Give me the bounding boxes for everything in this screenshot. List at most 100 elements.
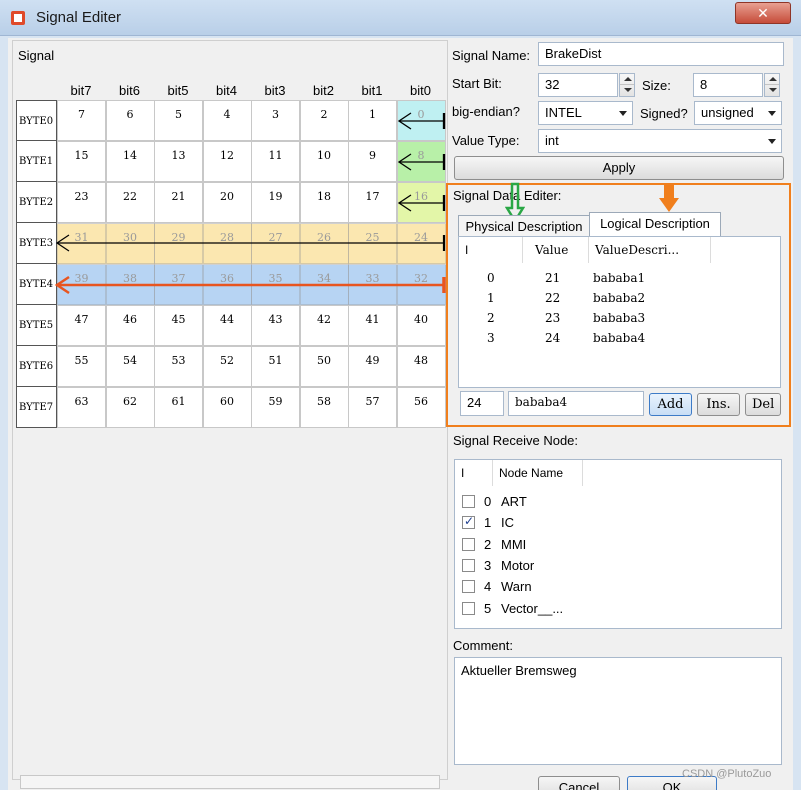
node-checkbox[interactable] (462, 558, 475, 572)
delete-button[interactable]: Del (745, 393, 781, 416)
column-header-value[interactable]: Value (523, 237, 589, 263)
bit-cell[interactable]: 24 (396, 223, 446, 264)
bit-cell[interactable]: 7 (57, 100, 106, 141)
bit-cell[interactable]: 49 (348, 346, 397, 387)
node-checkbox[interactable] (462, 537, 475, 551)
bit-cell[interactable]: 42 (299, 305, 349, 346)
bit-cell[interactable]: 8 (396, 141, 446, 182)
bit-cell[interactable]: 23 (57, 182, 106, 223)
bit-cell[interactable]: 13 (154, 141, 203, 182)
bit-cell[interactable]: 44 (202, 305, 252, 346)
value-input[interactable]: 24 (460, 391, 504, 416)
node-checkbox[interactable] (462, 601, 475, 615)
bit-cell[interactable]: 36 (202, 264, 252, 305)
bit-cell[interactable]: 15 (57, 141, 106, 182)
bit-cell[interactable]: 17 (348, 182, 397, 223)
node-checkbox[interactable] (462, 495, 475, 508)
bit-cell[interactable]: 37 (154, 264, 203, 305)
tab-physical-description[interactable]: Physical Description (458, 215, 590, 238)
list-item[interactable]: 0 ART (455, 494, 755, 512)
bit-cell[interactable]: 33 (348, 264, 397, 305)
bit-cell[interactable]: 22 (105, 182, 155, 223)
list-item[interactable]: 3 Motor (455, 558, 755, 576)
start-bit-input[interactable]: 32 (538, 73, 618, 97)
column-header-i[interactable]: I (455, 460, 493, 486)
bit-cell[interactable]: 50 (299, 346, 349, 387)
bit-cell[interactable]: 2 (299, 100, 349, 141)
apply-button[interactable]: Apply (454, 156, 784, 180)
comment-textarea[interactable]: Aktueller Bremsweg (454, 657, 782, 765)
bit-cell[interactable]: 52 (202, 346, 252, 387)
bit-cell[interactable]: 38 (105, 264, 155, 305)
bit-cell[interactable]: 26 (299, 223, 349, 264)
bit-cell[interactable]: 27 (251, 223, 300, 264)
bit-cell[interactable]: 19 (251, 182, 300, 223)
bit-cell[interactable]: 10 (299, 141, 349, 182)
bit-cell[interactable]: 5 (154, 100, 203, 141)
value-type-select[interactable]: int (538, 129, 782, 153)
add-button[interactable]: Add (649, 393, 692, 416)
size-input[interactable]: 8 (693, 73, 763, 97)
start-bit-spinner[interactable] (619, 73, 635, 97)
insert-button[interactable]: Ins. (697, 393, 740, 416)
bit-cell[interactable]: 12 (202, 141, 252, 182)
bit-cell[interactable]: 25 (348, 223, 397, 264)
size-spinner[interactable] (764, 73, 780, 97)
node-checkbox[interactable] (462, 580, 475, 594)
list-item[interactable]: 2 MMI (455, 537, 755, 555)
bit-cell[interactable]: 48 (396, 346, 446, 387)
bit-cell[interactable]: 59 (251, 387, 300, 428)
bit-cell[interactable]: 4 (202, 100, 252, 141)
bit-cell[interactable]: 55 (57, 346, 106, 387)
description-input[interactable]: bababa4 (508, 391, 644, 416)
bit-cell[interactable]: 45 (154, 305, 203, 346)
list-item[interactable]: 4 Warn (455, 579, 755, 597)
bit-cell[interactable]: 51 (251, 346, 300, 387)
bit-cell[interactable]: 0 (396, 100, 446, 141)
bit-cell[interactable]: 62 (105, 387, 155, 428)
bit-cell[interactable]: 28 (202, 223, 252, 264)
bit-cell[interactable]: 60 (202, 387, 252, 428)
column-header-node-name[interactable]: Node Name (493, 460, 583, 486)
bit-cell[interactable]: 14 (105, 141, 155, 182)
bit-cell[interactable]: 34 (299, 264, 349, 305)
bit-cell[interactable]: 46 (105, 305, 155, 346)
list-item[interactable]: 5 Vector__... (455, 601, 755, 619)
column-header-i[interactable]: I (459, 237, 523, 263)
bit-cell[interactable]: 31 (57, 223, 106, 264)
bit-cell[interactable]: 43 (251, 305, 300, 346)
bit-cell[interactable]: 11 (251, 141, 300, 182)
bit-cell[interactable]: 30 (105, 223, 155, 264)
bit-cell[interactable]: 56 (396, 387, 446, 428)
bit-cell[interactable]: 63 (57, 387, 106, 428)
signed-select[interactable]: unsigned (694, 101, 782, 125)
bit-cell[interactable]: 9 (348, 141, 397, 182)
endian-select[interactable]: INTEL (538, 101, 633, 125)
horizontal-scrollbar[interactable] (20, 775, 440, 789)
list-item[interactable]: 1 IC (455, 514, 755, 533)
bit-cell[interactable]: 3 (251, 100, 300, 141)
close-button[interactable]: ✕ (735, 2, 791, 24)
bit-cell[interactable]: 53 (154, 346, 203, 387)
bit-cell[interactable]: 41 (348, 305, 397, 346)
bit-cell[interactable]: 39 (57, 264, 106, 305)
bit-cell[interactable]: 18 (299, 182, 349, 223)
bit-cell[interactable]: 6 (105, 100, 155, 141)
signal-name-input[interactable]: BrakeDist (538, 42, 784, 66)
cancel-button[interactable]: Cancel (538, 776, 620, 790)
column-header-value-description[interactable]: ValueDescri... (589, 237, 711, 263)
bit-cell[interactable]: 1 (348, 100, 397, 141)
bit-cell[interactable]: 29 (154, 223, 203, 264)
bit-cell[interactable]: 54 (105, 346, 155, 387)
bit-cell[interactable]: 58 (299, 387, 349, 428)
bit-cell[interactable]: 16 (396, 182, 446, 223)
bit-cell[interactable]: 57 (348, 387, 397, 428)
bit-cell[interactable]: 20 (202, 182, 252, 223)
tab-logical-description[interactable]: Logical Description (589, 212, 721, 237)
bit-cell[interactable]: 35 (251, 264, 300, 305)
bit-cell[interactable]: 21 (154, 182, 203, 223)
bit-cell[interactable]: 47 (57, 305, 106, 346)
bit-cell[interactable]: 40 (396, 305, 446, 346)
bit-cell[interactable]: 61 (154, 387, 203, 428)
bit-cell[interactable]: 32 (396, 264, 446, 305)
